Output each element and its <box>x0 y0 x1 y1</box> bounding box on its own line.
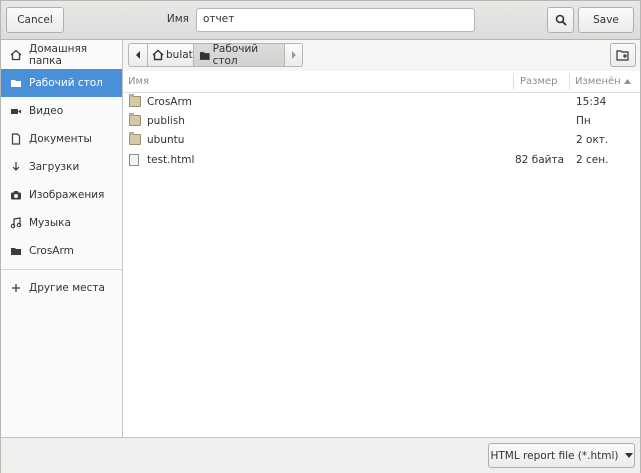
column-divider <box>513 73 514 90</box>
sidebar-item-label: Музыка <box>29 217 71 229</box>
document-icon <box>10 133 22 145</box>
sidebar-item-home[interactable]: Домашняя папка <box>1 41 122 69</box>
sidebar-item-video[interactable]: Видео <box>1 97 122 125</box>
plus-icon <box>10 282 22 294</box>
file-list: Имя Размер Изменён CrosArm 15:34 publish… <box>123 71 640 437</box>
file-type-filter-select[interactable]: HTML report file (*.html) <box>488 443 635 468</box>
filter-bar: HTML report file (*.html) <box>1 437 640 473</box>
sidebar-item-label: Другие места <box>29 282 105 294</box>
sidebar-item-label: Изображения <box>29 189 105 201</box>
folder-icon <box>129 132 141 145</box>
sidebar-item-label: CrosArm <box>29 245 74 257</box>
sidebar-item-label: Загрузки <box>29 161 80 173</box>
list-item[interactable]: test.html 82 байта 2 сен. <box>123 150 640 170</box>
music-icon <box>10 217 22 229</box>
file-size: 82 байта <box>515 154 564 166</box>
file-name: test.html <box>147 154 195 166</box>
column-divider <box>569 73 570 90</box>
path-segment-label: bulat <box>166 49 193 61</box>
sidebar-item-crosarm[interactable]: CrosArm <box>1 237 122 265</box>
places-sidebar: Домашняя папка Рабочий стол Видео Докуме… <box>1 40 123 437</box>
path-segment-desktop[interactable]: Рабочий стол <box>193 43 285 67</box>
sidebar-item-pictures[interactable]: Изображения <box>1 181 122 209</box>
name-label: Имя <box>166 13 189 25</box>
sidebar-divider <box>1 269 122 270</box>
header-bar: Cancel Имя отчет Save <box>1 1 640 40</box>
search-button[interactable] <box>547 7 574 33</box>
home-icon <box>10 49 22 61</box>
file-modified: 2 окт. <box>576 134 609 146</box>
folder-icon <box>10 77 22 89</box>
folder-icon <box>129 94 141 107</box>
path-bar: bulat Рабочий стол <box>123 40 640 71</box>
file-modified: 15:34 <box>576 96 607 108</box>
chevron-down-icon <box>624 453 633 458</box>
folder-icon <box>10 245 22 257</box>
file-modified: Пн <box>576 115 591 127</box>
home-icon <box>152 49 164 61</box>
sidebar-item-other-places[interactable]: Другие места <box>1 274 122 302</box>
sidebar-item-label: Документы <box>29 133 92 145</box>
file-name: publish <box>147 115 185 127</box>
sidebar-item-desktop[interactable]: Рабочий стол <box>1 69 122 97</box>
file-list-header: Имя Размер Изменён <box>123 71 640 93</box>
search-icon <box>555 14 567 26</box>
chevron-left-icon <box>136 51 140 59</box>
save-button[interactable]: Save <box>578 7 634 33</box>
path-scroll-right-button[interactable] <box>284 43 303 67</box>
sidebar-item-music[interactable]: Музыка <box>1 209 122 237</box>
html-file-icon <box>129 154 139 166</box>
list-item[interactable]: CrosArm 15:34 <box>123 92 640 112</box>
file-chooser-dialog: Cancel Имя отчет Save Домашняя папка Раб… <box>0 0 641 473</box>
new-folder-icon <box>616 50 629 61</box>
video-icon <box>10 105 22 117</box>
cancel-button[interactable]: Cancel <box>6 7 64 33</box>
file-modified: 2 сен. <box>576 154 609 166</box>
column-header-modified[interactable]: Изменён <box>575 76 621 87</box>
folder-icon <box>199 51 210 60</box>
sidebar-item-label: Видео <box>29 105 64 117</box>
file-name: CrosArm <box>147 96 192 108</box>
column-header-size[interactable]: Размер <box>520 76 558 87</box>
path-segment-label: Рабочий стол <box>212 43 259 67</box>
list-item[interactable]: publish Пн <box>123 111 640 131</box>
camera-icon <box>10 189 22 201</box>
filter-selected-label: HTML report file (*.html) <box>490 449 619 462</box>
chevron-right-icon <box>291 51 296 59</box>
filename-input[interactable]: отчет <box>196 8 475 32</box>
download-icon <box>10 161 22 173</box>
sort-ascending-icon <box>624 79 631 84</box>
file-name: ubuntu <box>147 134 185 146</box>
path-scroll-left-button[interactable] <box>128 43 148 67</box>
list-item[interactable]: ubuntu 2 окт. <box>123 130 640 150</box>
column-header-name[interactable]: Имя <box>128 76 149 87</box>
sidebar-item-downloads[interactable]: Загрузки <box>1 153 122 181</box>
sidebar-item-label: Рабочий стол <box>29 77 103 89</box>
new-folder-button[interactable] <box>610 43 636 67</box>
sidebar-item-label: Домашняя папка <box>29 43 88 67</box>
sidebar-item-documents[interactable]: Документы <box>1 125 122 153</box>
path-segment-home[interactable]: bulat <box>147 43 194 67</box>
folder-icon <box>129 113 141 126</box>
